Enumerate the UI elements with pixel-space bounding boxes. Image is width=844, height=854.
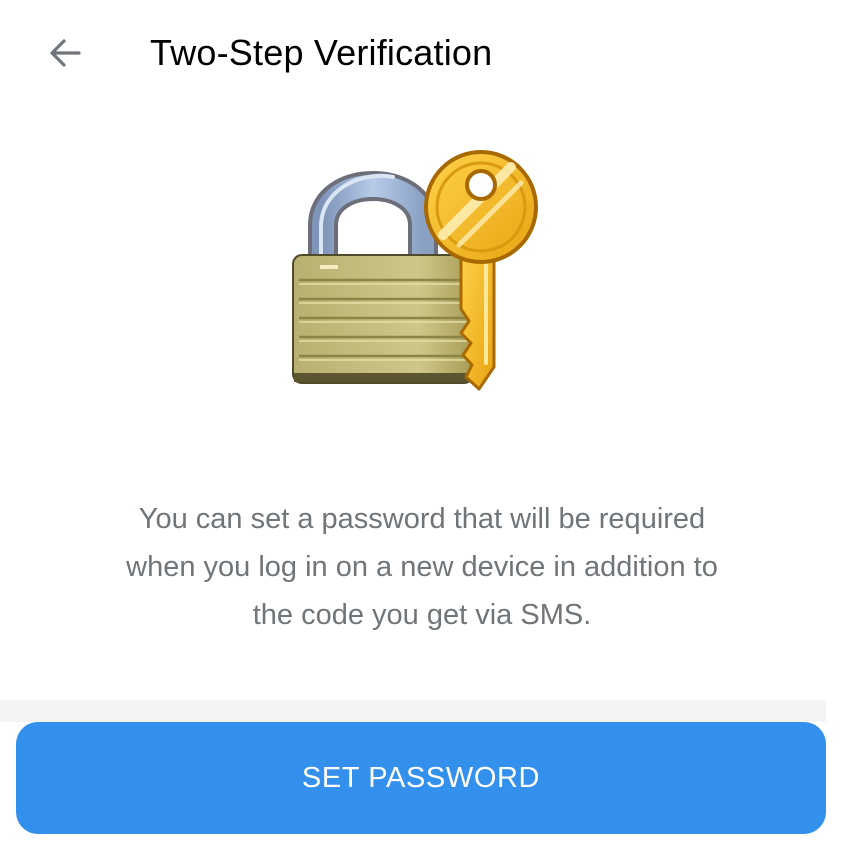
arrow-left-icon (50, 39, 81, 67)
top-bar: Two-Step Verification (0, 0, 844, 110)
description-line: You can set a password that will be requ… (138, 503, 706, 535)
divider (0, 700, 826, 722)
description-line: the code you get via SMS. (252, 599, 592, 631)
description-text: You can set a password that will be requ… (60, 495, 784, 639)
description-line: when you log in on a new device in addit… (126, 551, 718, 583)
set-password-button[interactable]: SET PASSWORD (16, 722, 826, 834)
lock-with-key-icon (292, 150, 538, 391)
page-title: Two-Step Verification (150, 32, 493, 73)
back-button[interactable] (36, 24, 96, 82)
